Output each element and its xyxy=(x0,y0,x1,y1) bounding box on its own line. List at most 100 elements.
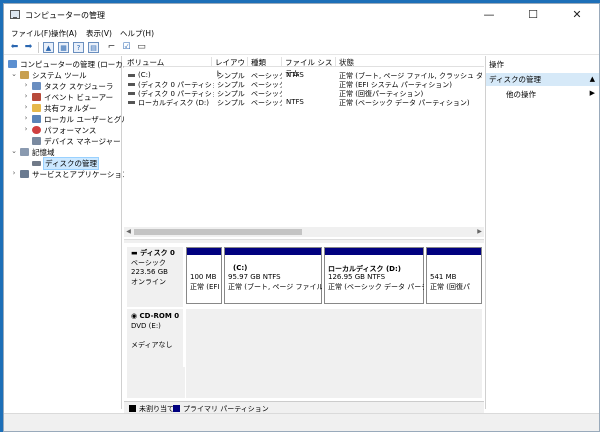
cell-volume: (C:) xyxy=(138,71,151,79)
partition-status: 正常 (ブート, ページ ファイル, クラ xyxy=(228,283,322,291)
back-arrow-icon[interactable]: ⬅ xyxy=(9,42,20,53)
menu-file[interactable]: ファイル(F) xyxy=(11,28,51,39)
partition-size: 126.95 GB NTFS xyxy=(328,273,386,281)
properties-icon[interactable]: ▤ xyxy=(88,42,99,53)
partition-d[interactable]: ローカルディスク (D:) 126.95 GB NTFS 正常 (ベーシック デ… xyxy=(324,247,424,304)
column-volume[interactable]: ボリューム xyxy=(124,57,212,67)
expand-icon[interactable]: ⌄ xyxy=(10,70,18,78)
table-row[interactable]: (C:) シンプル ベーシック NTFS 正常 (ブート, ページ ファイル, … xyxy=(124,71,484,80)
tree-item-label: パフォーマンス xyxy=(44,126,97,135)
scrollbar-thumb[interactable] xyxy=(134,229,302,235)
cdrom-icon: ◉ xyxy=(131,312,140,320)
folder-icon xyxy=(32,104,41,112)
tree-item-services[interactable]: › サービスとアプリケーション xyxy=(4,169,130,180)
menu-action[interactable]: 操作(A) xyxy=(51,28,77,39)
chevron-right-icon[interactable]: › xyxy=(22,81,30,89)
chevron-right-icon[interactable]: › xyxy=(22,125,30,133)
actions-pane: 操作 ディスクの管理 ▲ 他の操作 ▶ xyxy=(485,56,599,409)
close-button[interactable]: ✕ xyxy=(555,4,599,26)
menu-bar: ファイル(F) 操作(A) 表示(V) ヘルプ(H) xyxy=(4,26,599,40)
show-hide-tree-icon[interactable]: ▦ xyxy=(58,42,69,53)
other-actions-item[interactable]: 他の操作 xyxy=(506,89,536,100)
tree-item-label: タスク スケジューラ xyxy=(44,82,114,91)
collapse-up-icon[interactable]: ▲ xyxy=(590,73,595,86)
partition-c[interactable]: (C:) 95.97 GB NTFS 正常 (ブート, ページ ファイル, クラ xyxy=(224,247,322,304)
menu-view[interactable]: 表示(V) xyxy=(86,28,112,39)
chevron-right-icon[interactable]: › xyxy=(22,103,30,111)
cell-type: ベーシック xyxy=(251,99,282,107)
scroll-right-icon[interactable]: ▶ xyxy=(475,227,484,237)
partition-size: 541 MB xyxy=(430,273,457,281)
horizontal-scrollbar[interactable]: ◀ ▶ xyxy=(124,227,484,237)
submenu-arrow-icon[interactable]: ▶ xyxy=(590,89,595,97)
tree-item-shared-folders[interactable]: › 共有フォルダー xyxy=(4,103,122,114)
partition-size: 95.97 GB NTFS xyxy=(228,273,281,281)
table-row[interactable]: ローカルディスク (D:) シンプル ベーシック NTFS 正常 (ベーシック … xyxy=(124,98,484,107)
tree-item-label: 共有フォルダー xyxy=(44,104,97,113)
disk0-info[interactable]: ▬ ディスク 0 ベーシック 223.56 GB オンライン xyxy=(127,247,183,307)
users-icon xyxy=(32,115,41,123)
tree-item-device-manager[interactable]: デバイス マネージャー xyxy=(4,136,122,147)
chevron-right-icon[interactable]: › xyxy=(22,114,30,122)
up-folder-icon[interactable]: ▲ xyxy=(43,42,54,53)
column-status[interactable]: 状態 xyxy=(336,57,484,67)
cdrom-info[interactable]: ◉ CD-ROM 0 DVD (E:) メディアなし xyxy=(127,309,183,367)
chevron-right-icon[interactable]: › xyxy=(22,92,30,100)
disk-icon xyxy=(32,161,41,166)
navigation-tree: コンピューターの管理 (ローカル) ⌄ システム ツール › タスク スケジュー… xyxy=(4,56,144,409)
volume-icon xyxy=(128,83,135,86)
status-bar xyxy=(4,413,599,431)
tree-item-label: デバイス マネージャー xyxy=(44,137,121,146)
cell-layout: シンプル xyxy=(217,99,245,107)
clock-icon xyxy=(32,82,41,90)
chevron-right-icon[interactable]: › xyxy=(10,169,18,177)
column-layout[interactable]: レイアウト xyxy=(212,57,248,78)
table-row[interactable]: (ディスク 0 パーティション 4) シンプル ベーシック 正常 (回復パーティ… xyxy=(124,89,484,98)
scroll-left-icon[interactable]: ◀ xyxy=(124,227,133,237)
minimize-button[interactable]: — xyxy=(467,4,511,26)
view-icon[interactable]: ▭ xyxy=(136,42,147,53)
cell-volume: ローカルディスク (D:) xyxy=(138,99,209,107)
partition-efi[interactable]: 100 MB 正常 (EFI xyxy=(186,247,222,304)
cdrom-area xyxy=(186,309,482,398)
disk0-name: ディスク 0 xyxy=(140,249,175,257)
cell-filesystem: NTFS xyxy=(286,98,304,106)
volume-icon xyxy=(128,92,135,95)
column-type[interactable]: 種類 xyxy=(248,57,282,67)
column-filesystem[interactable]: ファイル システム xyxy=(282,57,336,78)
maximize-button[interactable]: ☐ xyxy=(511,4,555,26)
tree-item-event-viewer[interactable]: › イベント ビューアー xyxy=(4,92,122,103)
actions-section-disk-management[interactable]: ディスクの管理 ▲ xyxy=(486,73,599,86)
cdrom-media: メディアなし xyxy=(131,341,173,349)
partition-bar xyxy=(325,248,423,255)
connect-icon[interactable]: ⌐ xyxy=(106,42,117,53)
cdrom-drive: DVD (E:) xyxy=(131,322,161,330)
partition-recovery[interactable]: 541 MB 正常 (回復パ xyxy=(426,247,482,304)
event-viewer-icon xyxy=(32,93,41,101)
cell-filesystem: NTFS xyxy=(286,71,304,79)
volume-icon xyxy=(128,74,135,77)
disk-map: ▬ ディスク 0 ベーシック 223.56 GB オンライン 100 MB 正常… xyxy=(124,243,484,401)
tree-item-root[interactable]: コンピューターの管理 (ローカル) xyxy=(4,59,133,70)
expand-icon[interactable]: ⌄ xyxy=(10,147,18,155)
table-row[interactable]: (ディスク 0 パーティション 1) シンプル ベーシック 正常 (EFI シス… xyxy=(124,80,484,89)
partition-bar xyxy=(427,248,481,255)
check-icon[interactable]: ☑ xyxy=(121,42,132,53)
services-icon xyxy=(20,170,29,178)
volume-list-header: ボリューム レイアウト 種類 ファイル システム 状態 xyxy=(124,56,484,78)
tree-item-system-tools[interactable]: ⌄ システム ツール xyxy=(4,70,122,81)
forward-arrow-icon[interactable]: ➡ xyxy=(23,42,34,53)
tree-item-performance[interactable]: › パフォーマンス xyxy=(4,125,122,136)
tree-item-task-scheduler[interactable]: › タスク スケジューラ xyxy=(4,81,122,92)
tree-item-label: 記憶域 xyxy=(32,148,55,157)
partition-status: 正常 (ベーシック データ パーティション) xyxy=(328,283,424,291)
tree-item-local-users[interactable]: › ローカル ユーザーとグループ xyxy=(4,114,144,125)
tree-item-storage[interactable]: ⌄ 記憶域 xyxy=(4,147,122,158)
tree-item-disk-management[interactable]: ディスクの管理 xyxy=(4,157,122,170)
menu-help[interactable]: ヘルプ(H) xyxy=(120,28,154,39)
tree-item-label: ディスクの管理 xyxy=(43,157,99,170)
tree-item-label: イベント ビューアー xyxy=(44,93,114,102)
help-icon[interactable]: ? xyxy=(73,42,84,53)
partition-status: 正常 (EFI xyxy=(190,283,220,291)
window-title: コンピューターの管理 xyxy=(25,11,105,20)
